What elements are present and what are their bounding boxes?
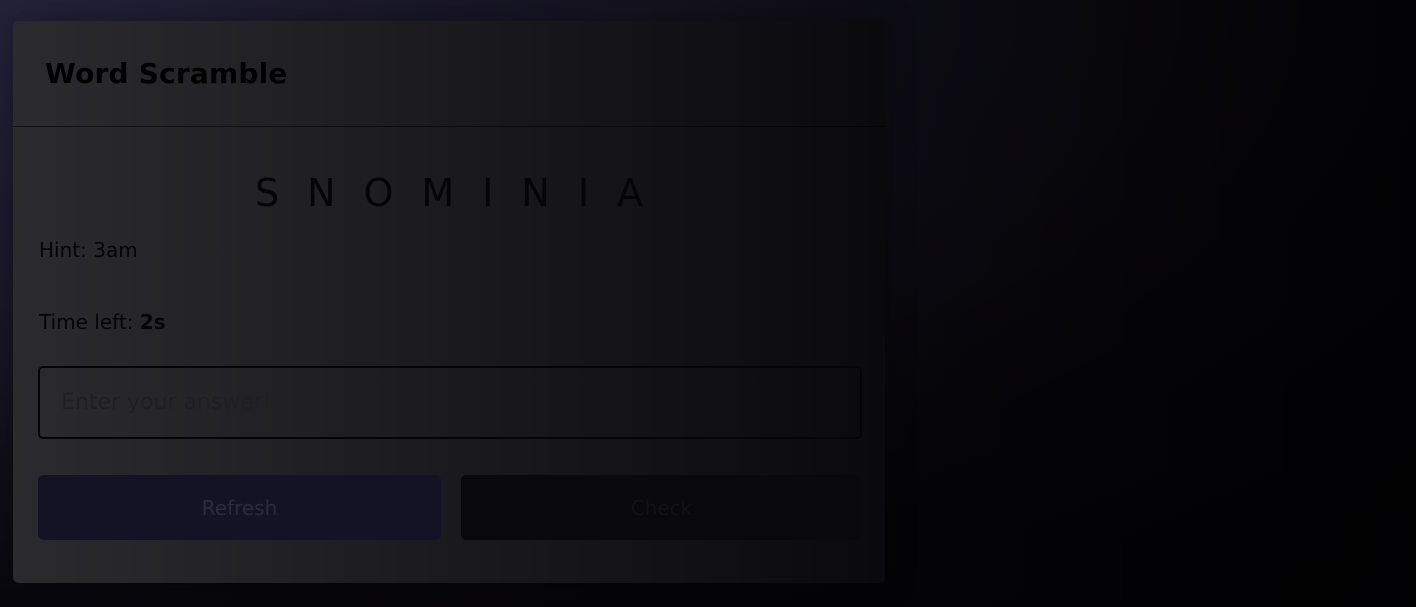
time-left: Time left: 2s: [39, 310, 166, 334]
answer-input[interactable]: [38, 366, 862, 439]
game-card: Word Scramble SNOMINIA Hint: 3am Time le…: [13, 21, 885, 583]
refresh-button[interactable]: Refresh: [38, 475, 441, 540]
page-title: Word Scramble: [45, 57, 288, 90]
card-header: Word Scramble: [13, 21, 885, 127]
hint-value: 3am: [93, 238, 138, 262]
hint-text: Hint: 3am: [39, 238, 138, 262]
time-value: 2s: [139, 310, 166, 334]
hint-label: Hint:: [39, 238, 94, 262]
time-label: Time left:: [39, 310, 140, 334]
scrambled-word: SNOMINIA: [254, 171, 672, 215]
check-button[interactable]: Check: [461, 475, 862, 540]
